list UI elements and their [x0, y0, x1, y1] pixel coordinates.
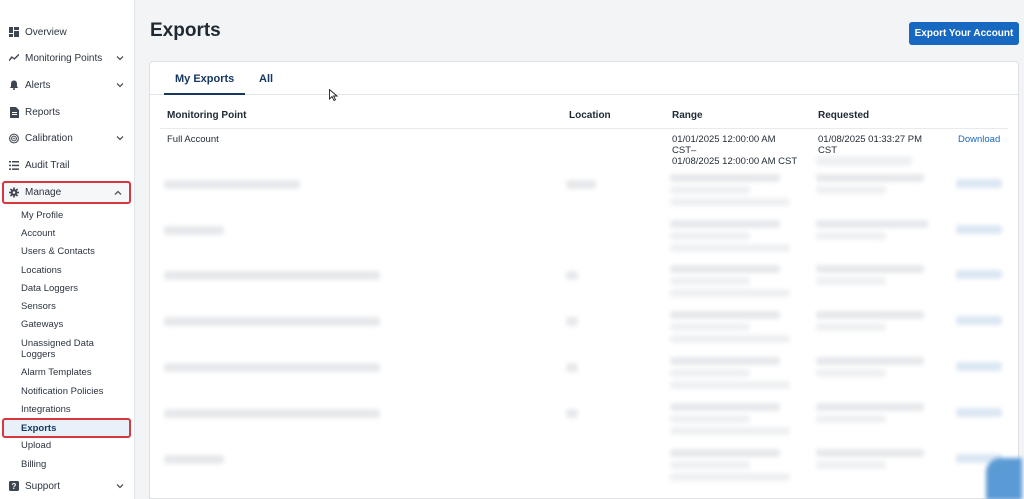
- sidebar-subitem-notification-policies[interactable]: Notification Policies: [21, 386, 129, 397]
- chevron-down-icon[interactable]: [114, 52, 126, 64]
- sidebar-subitem-sensors[interactable]: Sensors: [21, 301, 129, 312]
- download-link[interactable]: Download: [958, 134, 1000, 145]
- cell-range-start: 01/01/2025 12:00:00 AM: [672, 134, 776, 145]
- cell-monitoring-point: Full Account: [167, 134, 219, 145]
- sidebar-item-label: Reports: [25, 106, 61, 118]
- chevron-down-icon[interactable]: [114, 480, 126, 492]
- tab-my-exports[interactable]: My Exports: [164, 73, 246, 95]
- exports-card: My Exports All Monitoring Point Location…: [149, 61, 1022, 499]
- sidebar-item-label: Calibration: [25, 132, 73, 144]
- cell-range-end: 01/08/2025 12:00:00 AM CST: [672, 156, 798, 167]
- sidebar-item-label: Alerts: [25, 79, 51, 91]
- sidebar-subitem-alarm-templates[interactable]: Alarm Templates: [21, 367, 129, 378]
- sidebar-item-calibration[interactable]: Calibration: [0, 127, 135, 149]
- target-icon: [9, 133, 19, 143]
- gear-icon: [9, 187, 19, 198]
- page-title: Exports: [150, 20, 221, 41]
- tab-all[interactable]: All: [259, 73, 273, 95]
- sidebar-item-manage[interactable]: Manage: [2, 181, 131, 204]
- list-icon: [9, 160, 19, 170]
- chevron-down-icon[interactable]: [114, 79, 126, 91]
- sidebar-item-audit-trail[interactable]: Audit Trail: [0, 154, 135, 176]
- sidebar-item-label: Support: [25, 480, 61, 492]
- cell-requested-tz: CST: [818, 145, 837, 156]
- sidebar-subitem-my-profile[interactable]: My Profile: [21, 210, 129, 221]
- cell-range-sep: CST–: [672, 145, 697, 156]
- sidebar-subitem-upload[interactable]: Upload: [21, 440, 129, 451]
- sidebar-item-monitoring-points[interactable]: Monitoring Points: [0, 47, 135, 69]
- sidebar-subitem-billing[interactable]: Billing: [21, 459, 129, 470]
- sidebar-subitem-data-loggers[interactable]: Data Loggers: [21, 283, 129, 294]
- tab-bar: My Exports All: [150, 62, 1018, 95]
- sidebar-subitem-exports[interactable]: Exports: [2, 418, 131, 438]
- chevron-down-icon[interactable]: [114, 132, 126, 144]
- sidebar-item-overview[interactable]: Overview: [0, 21, 135, 43]
- sidebar: Overview Monitoring Points Alerts Report…: [0, 0, 135, 499]
- column-header-requested[interactable]: Requested: [818, 110, 869, 121]
- grid-icon: [9, 27, 19, 37]
- sidebar-subitem-users-contacts[interactable]: Users & Contacts: [21, 246, 129, 257]
- sidebar-item-support[interactable]: ? Support: [0, 475, 135, 497]
- chevron-up-icon[interactable]: [112, 187, 124, 199]
- bell-icon: [9, 80, 19, 90]
- sidebar-item-label: Audit Trail: [25, 159, 70, 171]
- column-header-range[interactable]: Range: [672, 110, 703, 121]
- trend-icon: [9, 53, 19, 63]
- svg-text:?: ?: [12, 482, 17, 491]
- column-header-location[interactable]: Location: [569, 110, 611, 121]
- sidebar-subitem-locations[interactable]: Locations: [21, 265, 129, 276]
- document-icon: [9, 106, 19, 118]
- sidebar-item-label: Overview: [25, 26, 67, 38]
- sidebar-item-label: Monitoring Points: [25, 52, 103, 64]
- header-divider: [160, 128, 1008, 129]
- sidebar-subitem-gateways[interactable]: Gateways: [21, 319, 129, 330]
- sidebar-subitem-account[interactable]: Account: [21, 228, 129, 239]
- sidebar-item-alerts[interactable]: Alerts: [0, 74, 135, 96]
- export-account-button[interactable]: Export Your Account: [909, 22, 1019, 45]
- sidebar-subitem-integrations[interactable]: Integrations: [21, 404, 129, 415]
- cell-requested-date: 01/08/2025 01:33:27 PM: [818, 134, 923, 145]
- chat-widget[interactable]: [986, 458, 1022, 499]
- sidebar-item-reports[interactable]: Reports: [0, 101, 135, 123]
- mouse-cursor-icon: [329, 89, 338, 101]
- sidebar-item-label: Manage: [25, 187, 62, 198]
- question-icon: ?: [9, 481, 19, 491]
- column-header-monitoring-point[interactable]: Monitoring Point: [167, 110, 246, 121]
- sidebar-subitem-unassigned-data-loggers[interactable]: Unassigned Data Loggers: [21, 338, 103, 360]
- redacted-requester: [816, 156, 912, 166]
